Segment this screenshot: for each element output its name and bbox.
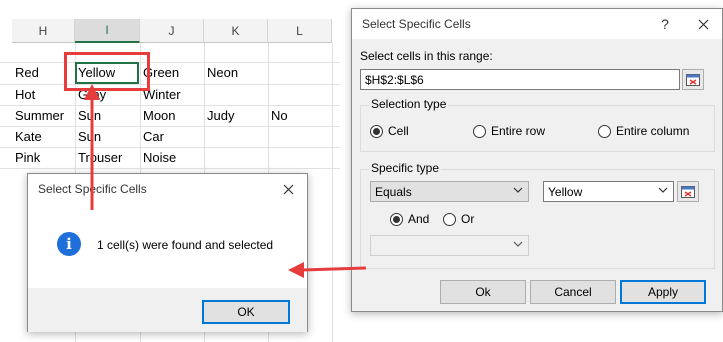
condition2-dropdown[interactable]	[370, 235, 529, 256]
result-dialog: Select Specific Cells i 1 cell(s) were f…	[27, 173, 308, 332]
close-icon[interactable]	[269, 174, 307, 204]
chevron-down-icon	[658, 185, 668, 198]
gridline	[0, 126, 340, 127]
cell-h3[interactable]: Hot	[12, 84, 35, 105]
column-header-l[interactable]: L	[268, 19, 332, 43]
column-header-i[interactable]: I	[75, 19, 140, 43]
cell-l4[interactable]: No	[268, 105, 288, 126]
column-header-h[interactable]: H	[12, 19, 75, 43]
radio-entire-row[interactable]: Entire row	[473, 124, 545, 138]
ok-button[interactable]: Ok	[440, 280, 526, 304]
cell-h2[interactable]: Red	[12, 62, 39, 83]
column-header-k[interactable]: K	[204, 19, 268, 43]
range-select-icon[interactable]	[682, 69, 704, 90]
cell-j4[interactable]: Moon	[140, 105, 176, 126]
help-icon[interactable]: ?	[646, 9, 684, 39]
cell-h5[interactable]: Kate	[12, 126, 42, 147]
info-icon: i	[57, 232, 81, 256]
range-label: Select cells in this range:	[360, 49, 493, 63]
value-input: Yellow	[548, 184, 583, 199]
select-specific-cells-dialog: Select Specific Cells ? Select cells in …	[351, 8, 723, 312]
cell-i6[interactable]: Trouser	[75, 147, 122, 168]
radio-dot	[390, 212, 403, 226]
column-header-j[interactable]: J	[140, 19, 204, 43]
cell-h6[interactable]: Pink	[12, 147, 40, 168]
cell-i5[interactable]: Sun	[75, 126, 101, 147]
chevron-down-icon	[513, 239, 523, 252]
radio-cell[interactable]: Cell	[370, 124, 409, 138]
gridline	[332, 43, 333, 342]
selection-type-label: Selection type	[369, 97, 449, 111]
ok-button[interactable]: OK	[202, 300, 290, 324]
cell-j5[interactable]: Car	[140, 126, 164, 147]
cell-i4[interactable]: Sun	[75, 105, 101, 126]
result-message: 1 cell(s) were found and selected	[97, 238, 274, 252]
cell-h4[interactable]: Summer	[12, 105, 64, 126]
radio-dot	[598, 124, 611, 138]
radio-or[interactable]: Or	[443, 212, 474, 226]
value-dropdown[interactable]: Yellow	[543, 181, 674, 202]
radio-label: Cell	[388, 124, 409, 138]
radio-label: Entire row	[491, 124, 546, 138]
apply-button[interactable]: Apply	[620, 280, 706, 304]
radio-dot	[443, 212, 456, 226]
cell-k4[interactable]: Judy	[204, 105, 234, 126]
specific-type-label: Specific type	[369, 161, 442, 175]
condition-value: Equals	[375, 184, 412, 199]
cell-j6[interactable]: Noise	[140, 147, 176, 168]
radio-label: Entire column	[616, 124, 690, 138]
condition-dropdown[interactable]: Equals	[370, 181, 529, 202]
radio-and[interactable]: And	[390, 212, 429, 226]
highlight-box	[64, 52, 150, 91]
radio-label: And	[408, 212, 430, 226]
radio-entire-column[interactable]: Entire column	[598, 124, 689, 138]
close-icon[interactable]	[684, 9, 722, 39]
radio-label: Or	[461, 212, 475, 226]
chevron-down-icon	[513, 185, 523, 198]
value-select-icon[interactable]	[677, 181, 699, 202]
result-dialog-title: Select Specific Cells	[38, 182, 147, 196]
radio-dot	[473, 124, 486, 138]
cancel-button[interactable]: Cancel	[530, 280, 616, 304]
radio-dot	[370, 124, 383, 138]
range-input[interactable]: $H$2:$L$6	[360, 69, 680, 90]
cell-k2[interactable]: Neon	[204, 62, 238, 83]
gridline	[0, 168, 340, 169]
